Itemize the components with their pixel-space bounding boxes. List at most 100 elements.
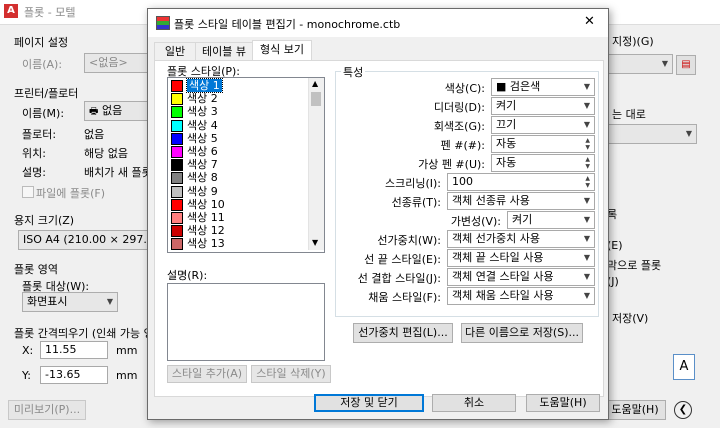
fill-style-select[interactable]: 객체 채움 스타일 사용 ▼	[447, 287, 595, 305]
close-icon[interactable]: ✕	[584, 14, 595, 29]
cancel-button[interactable]: 취소	[432, 394, 516, 412]
color-swatch-icon	[171, 80, 183, 92]
delete-style-button[interactable]: 스타일 삭제(Y)	[251, 365, 331, 383]
edit-plot-style-icon[interactable]: ▤	[676, 55, 696, 75]
printer-name-select[interactable]: 🖶 없음	[84, 101, 148, 121]
plot-styles-list[interactable]: 색상 1 색상 2 색상 3 색상 4 색상 5 색상 6 색상 7 색상 8 색상 9 색상 1…	[167, 77, 325, 253]
plot-offset-header: 플롯 간격띄우기 (인쇄 가능 영	[14, 327, 154, 340]
plot-style-item[interactable]: 색상 11	[171, 211, 306, 224]
plot-style-name: 색상 6	[187, 144, 218, 158]
plot-style-name: 색상 10	[187, 197, 225, 211]
scroll-up-icon[interactable]: ▲	[312, 79, 318, 88]
virtual-pen-label: 가상 펜 #(U):	[418, 158, 485, 171]
plot-style-item[interactable]: 색상 13	[171, 237, 306, 251]
spinner-icon[interactable]: ▲ ▼	[585, 156, 590, 170]
plot-style-item[interactable]: 색상 1	[171, 78, 306, 93]
chevron-down-icon: ▼	[583, 82, 590, 91]
plot-style-item[interactable]: 색상 6	[171, 145, 306, 158]
linetype-value: 객체 선종류 사용	[452, 194, 530, 207]
screening-label: 스크리닝(I):	[384, 177, 441, 190]
save-and-close-button[interactable]: 저장 및 닫기	[314, 394, 424, 412]
styles-scrollbar[interactable]: ▲ ▼	[308, 78, 324, 250]
dialog-help-button[interactable]: 도움말(H)	[526, 394, 600, 412]
plot-window-title: 플롯 - 모텔	[24, 6, 76, 19]
adaptive-select[interactable]: 켜기 ▼	[507, 211, 595, 229]
scroll-thumb[interactable]	[311, 92, 321, 106]
adaptive-label: 가변성(V):	[450, 215, 501, 228]
pen-number-value: 자동	[496, 137, 517, 150]
quality-select[interactable]: ▼	[607, 124, 697, 144]
dither-select[interactable]: 켜기 ▼	[491, 97, 595, 115]
collapse-icon[interactable]: ❮	[674, 401, 692, 419]
virtual-pen-input[interactable]: 자동 ▲ ▼	[491, 154, 595, 172]
description-textarea[interactable]	[167, 283, 325, 361]
plot-style-item[interactable]: 색상 12	[171, 224, 306, 238]
description-label: 설명:	[22, 166, 46, 179]
scroll-down-icon[interactable]: ▼	[312, 238, 318, 247]
plot-style-item[interactable]: 색상 3	[171, 105, 306, 119]
color-swatch-icon	[171, 93, 183, 106]
chevron-down-icon: ▼	[583, 253, 590, 262]
form-view-panel: 플롯 스타일(P): 색상 1 색상 2 색상 3 색상 4 색상 5 색상 6 색상 7색…	[154, 60, 604, 397]
pen-number-input[interactable]: 자동 ▲ ▼	[491, 135, 595, 153]
spinner-icon[interactable]: ▲ ▼	[585, 175, 590, 189]
plot-style-item[interactable]: 색상 10	[171, 198, 306, 211]
plot-style-item[interactable]: 색상 2	[171, 92, 306, 106]
plotter-value: 없음	[84, 128, 105, 141]
spinner-icon[interactable]: ▲ ▼	[585, 137, 590, 151]
plot-style-item[interactable]: 색상 9	[171, 185, 306, 198]
linetype-select[interactable]: 객체 선종류 사용 ▼	[447, 192, 595, 210]
tab-form-view[interactable]: 형식 보기	[252, 40, 312, 61]
plot-style-name: 색상 1	[186, 78, 223, 93]
chevron-down-icon: ▼	[583, 234, 590, 243]
edit-lineweights-button[interactable]: 선가중치 편집(L)...	[353, 323, 453, 343]
lineweight-select[interactable]: 객체 선가중치 사용 ▼	[447, 230, 595, 248]
description-value: 배치가 새 플롯	[84, 166, 152, 179]
grayscale-select[interactable]: 끄기 ▼	[491, 116, 595, 134]
main-help-button[interactable]: 도움말(H)	[604, 400, 666, 420]
screening-input[interactable]: 100 ▲ ▼	[447, 173, 595, 191]
paper-size-select[interactable]: ISO A4 (210.00 × 297.00 MI	[18, 230, 148, 250]
linetype-label: 선종류(T):	[391, 196, 441, 209]
plot-style-name: 색상 5	[187, 131, 218, 145]
plot-to-file-checkbox[interactable]	[22, 186, 34, 198]
apply-layout-label: 지정)(G)	[612, 35, 654, 48]
plot-style-item[interactable]: 색상 5	[171, 132, 306, 145]
tab-table-view[interactable]: 테이블 뷰	[195, 42, 253, 61]
page-setup-name-select[interactable]: <없음>	[84, 53, 148, 73]
color-swatch-icon	[171, 119, 183, 132]
plot-area-header: 플롯 영역	[14, 263, 58, 276]
properties-header: 특성	[341, 64, 366, 80]
plot-target-select[interactable]: 화면표시 ▼	[22, 292, 118, 312]
plot-styles-items: 색상 1 색상 2 색상 3 색상 4 색상 5 색상 6 색상 7 색상 8 색상 9 색상 1…	[171, 78, 306, 251]
color-swatch-icon	[171, 172, 183, 185]
description-label: 설명(R):	[167, 269, 208, 282]
autocad-logo-icon: A	[4, 4, 18, 18]
chevron-down-icon: ▼	[583, 196, 590, 205]
offset-x-unit: mm	[116, 344, 138, 357]
line-end-style-label: 선 끝 스타일(E):	[364, 253, 441, 266]
tab-general[interactable]: 일반	[154, 42, 196, 61]
plot-to-file-label: 파일에 플롯(F)	[36, 187, 106, 200]
offset-y-input[interactable]: -13.65	[40, 366, 108, 384]
line-join-style-label: 선 결합 스타일(J):	[357, 272, 441, 285]
plot-style-table-select[interactable]: ▼	[607, 54, 673, 74]
line-end-style-select[interactable]: 객체 끝 스타일 사용 ▼	[447, 249, 595, 267]
preview-button[interactable]: 미리보기(P)...	[8, 400, 86, 420]
add-style-button[interactable]: 스타일 추가(A)	[167, 365, 247, 383]
printer-header: 프린터/플로터	[14, 87, 79, 100]
fill-style-label: 채움 스타일(F):	[368, 291, 441, 304]
fill-style-value: 객체 채움 스타일 사용	[452, 289, 554, 302]
color-swatch-icon	[171, 132, 183, 145]
plot-style-item[interactable]: 색상 4	[171, 119, 306, 132]
plot-style-item[interactable]: 색상 8	[171, 171, 306, 185]
line-join-style-select[interactable]: 객체 연결 스타일 사용 ▼	[447, 268, 595, 286]
offset-x-input[interactable]: 11.55	[40, 341, 108, 359]
save-as-button[interactable]: 다른 이름으로 저장(S)...	[461, 323, 583, 343]
plot-style-name: 색상 8	[187, 171, 218, 185]
color-swatch-icon	[171, 238, 183, 251]
color-swatch-icon	[171, 211, 183, 224]
plot-style-item[interactable]: 색상 7	[171, 158, 306, 172]
color-select[interactable]: ■ 검은색 ▼	[491, 78, 595, 96]
chevron-down-icon: ▼	[583, 272, 590, 281]
